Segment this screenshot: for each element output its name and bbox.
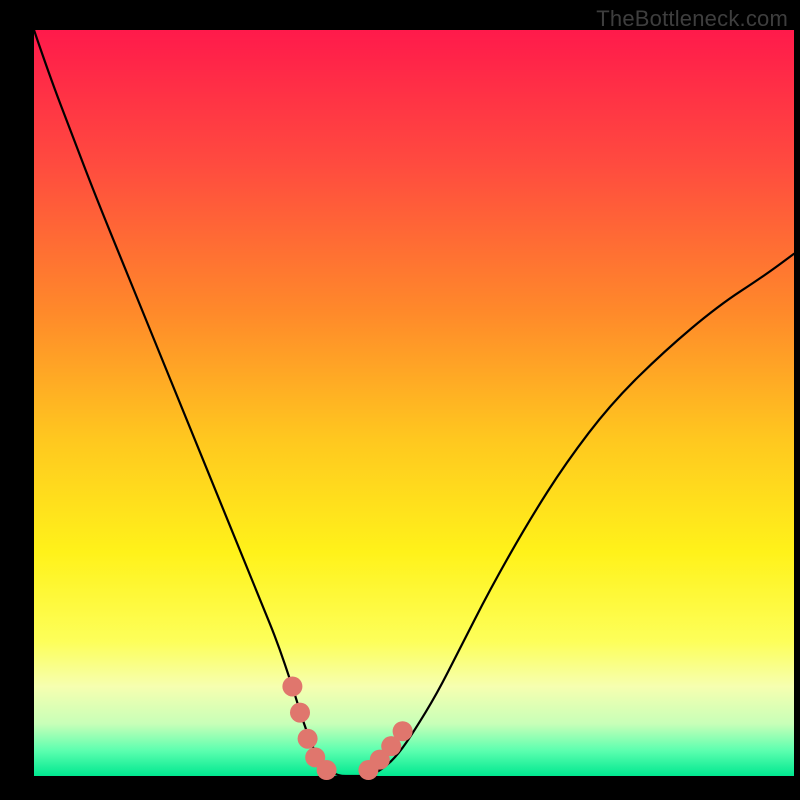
highlight-dot	[317, 760, 337, 780]
highlight-dot	[393, 721, 413, 741]
highlight-dot	[290, 703, 310, 723]
chart-frame: TheBottleneck.com	[0, 0, 800, 800]
plot-background	[34, 30, 794, 776]
watermark-text: TheBottleneck.com	[596, 6, 788, 32]
highlight-dot	[282, 676, 302, 696]
highlight-dot	[298, 729, 318, 749]
bottleneck-chart	[0, 0, 800, 800]
